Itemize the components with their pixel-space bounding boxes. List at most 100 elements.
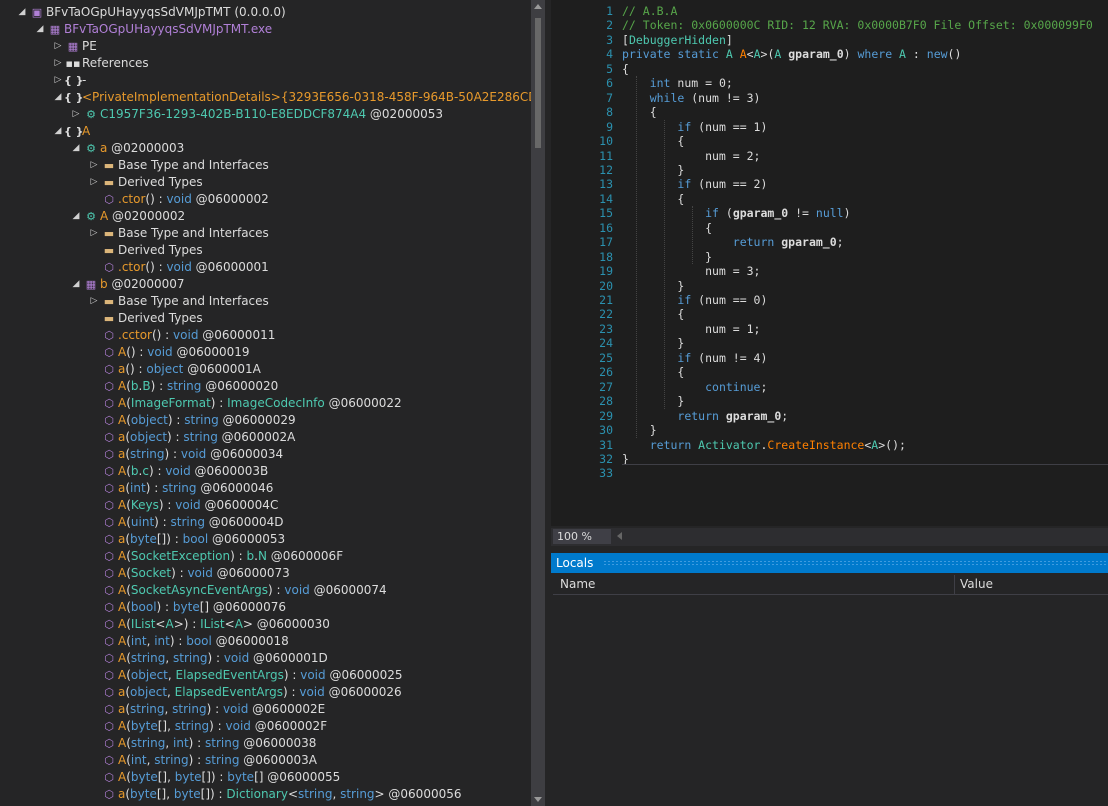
tree-node[interactable]: ▷ ▦ PE bbox=[52, 38, 97, 55]
collapsed-arrow-icon[interactable]: ▷ bbox=[52, 55, 64, 72]
code-line[interactable]: { bbox=[622, 134, 684, 148]
code-line[interactable]: if (num == 2) bbox=[622, 177, 767, 191]
collapsed-arrow-icon[interactable]: ▷ bbox=[88, 157, 100, 174]
code-line[interactable]: if (num == 1) bbox=[622, 120, 767, 134]
expanded-arrow-icon[interactable]: ◢ bbox=[16, 4, 28, 21]
code-line[interactable]: // A.B.A bbox=[622, 4, 677, 18]
tree-node[interactable]: ⬡ A() : void @06000019 bbox=[88, 344, 249, 361]
tree-node[interactable]: ⬡ a(object) : string @0600002A bbox=[88, 429, 295, 446]
collapsed-arrow-icon[interactable]: ▷ bbox=[88, 174, 100, 191]
column-divider[interactable] bbox=[954, 575, 955, 594]
expanded-arrow-icon[interactable]: ◢ bbox=[52, 123, 64, 140]
code-line[interactable]: { bbox=[622, 365, 684, 379]
tree-node[interactable]: ⬡ .cctor() : void @06000011 bbox=[88, 327, 275, 344]
tree-node[interactable]: ⬡ A(ImageFormat) : ImageCodecInfo @060000… bbox=[88, 395, 401, 412]
tree-node[interactable]: ▷ ▬ Base Type and Interfaces bbox=[88, 225, 269, 242]
tree-node[interactable]: ⬡ A(b.c) : void @0600003B bbox=[88, 463, 268, 480]
column-header-value[interactable]: Value bbox=[960, 575, 993, 594]
tree-node[interactable]: ⬡ A(object, ElapsedEventArgs) : void @060… bbox=[88, 667, 402, 684]
locals-tab[interactable]: Locals bbox=[551, 553, 1108, 573]
code-line[interactable]: } bbox=[622, 163, 684, 177]
code-line[interactable]: private static A A<A>(A gparam_0) where … bbox=[622, 47, 961, 61]
code-line[interactable]: num = 2; bbox=[622, 149, 760, 163]
tree-node[interactable]: ⬡ A(string, string) : void @0600001D bbox=[88, 650, 328, 667]
tree-scrollbar[interactable] bbox=[531, 0, 545, 806]
scroll-down-icon[interactable] bbox=[534, 797, 542, 802]
tree-node[interactable]: ⬡ A(string, int) : string @06000038 bbox=[88, 735, 316, 752]
drag-grip[interactable] bbox=[603, 560, 1108, 566]
column-header-name[interactable]: Name bbox=[560, 575, 595, 594]
tree-node[interactable]: ▷ ▬ Base Type and Interfaces bbox=[88, 157, 269, 174]
code-line[interactable]: } bbox=[622, 394, 684, 408]
tree-node[interactable]: ▷ ▬ Base Type and Interfaces bbox=[88, 293, 269, 310]
tree-node[interactable]: ▬ Derived Types bbox=[88, 242, 203, 259]
tree-node[interactable]: ▷ ▬ Derived Types bbox=[88, 174, 203, 191]
tree-node[interactable]: ⬡ A(SocketAsyncEventArgs) : void @0600007… bbox=[88, 582, 387, 599]
code-line[interactable]: { bbox=[622, 307, 684, 321]
expanded-arrow-icon[interactable]: ◢ bbox=[70, 208, 82, 225]
tree-node[interactable]: ⬡ A(int, int) : bool @06000018 bbox=[88, 633, 289, 650]
code-line[interactable]: num = 1; bbox=[622, 322, 760, 336]
expanded-arrow-icon[interactable]: ◢ bbox=[34, 21, 46, 38]
tree-node[interactable]: ⬡ A(object) : string @06000029 bbox=[88, 412, 295, 429]
tree-node[interactable]: ▷ ⚙ C1957F36-1293-402B-B110-E8EDDCF874A4 @… bbox=[70, 106, 443, 123]
tree-node[interactable]: ⬡ .ctor() : void @06000002 bbox=[88, 191, 269, 208]
code-line[interactable]: // Token: 0x0600000C RID: 12 RVA: 0x0000… bbox=[622, 18, 1093, 32]
code-line[interactable]: } bbox=[622, 336, 684, 350]
collapsed-arrow-icon[interactable]: ▷ bbox=[52, 38, 64, 55]
code-line[interactable]: if (num != 4) bbox=[622, 351, 767, 365]
collapsed-arrow-icon[interactable]: ▷ bbox=[70, 106, 82, 123]
tree-node[interactable]: ⬡ A(byte[], string) : void @0600002F bbox=[88, 718, 327, 735]
code-line[interactable]: while (num != 3) bbox=[622, 91, 761, 105]
tree-node[interactable]: ⬡ A(byte[], byte[]) : byte[] @06000055 bbox=[88, 769, 340, 786]
tree-node[interactable]: ⬡ a(byte[], byte[]) : Dictionary<string, … bbox=[88, 786, 461, 803]
tree-node[interactable]: ⬡ A(IList<A>) : IList<A> @06000030 bbox=[88, 616, 330, 633]
code-editor[interactable]: 1 2 3 4 5 6 7 8 9 10 11 12 13 14 15 16 17 18 19 20 21 22 23 24 2… bbox=[551, 0, 1108, 526]
tree-node[interactable]: ⬡ a(string) : void @06000034 bbox=[88, 446, 283, 463]
tree-node[interactable]: ◢ ▦ BFvTaOGpUHayyqsSdVMJpTMT.exe bbox=[34, 21, 273, 38]
code-line[interactable]: } bbox=[622, 279, 684, 293]
zoom-level-select[interactable]: 100 % bbox=[553, 529, 611, 544]
code-line[interactable]: num = 3; bbox=[622, 264, 760, 278]
tree-node[interactable]: ▷{ }- bbox=[52, 72, 87, 89]
code-line[interactable]: int num = 0; bbox=[622, 76, 733, 90]
tree-node[interactable]: ⬡ A(Socket) : void @06000073 bbox=[88, 565, 290, 582]
tree-node[interactable]: ⬡ A(SocketException) : b.N @0600006F bbox=[88, 548, 343, 565]
scroll-thumb[interactable] bbox=[535, 18, 541, 148]
code-line[interactable]: if (gparam_0 != null) bbox=[622, 206, 850, 220]
tree-node[interactable]: ⬡ a() : object @0600001A bbox=[88, 361, 261, 378]
tree-node[interactable]: ◢ ⚙ a @02000003 bbox=[70, 140, 185, 157]
code-line[interactable]: return gparam_0; bbox=[622, 235, 844, 249]
code-line[interactable]: return gparam_0; bbox=[622, 409, 788, 423]
scroll-left-icon[interactable] bbox=[617, 532, 622, 540]
code-line[interactable]: } bbox=[622, 423, 657, 437]
tree-node[interactable]: ⬡ A(uint) : string @0600004D bbox=[88, 514, 283, 531]
tree-node[interactable]: ⬡ a(object, ElapsedEventArgs) : void @060… bbox=[88, 684, 401, 701]
tree-node[interactable]: ⬡ A(b.B) : string @06000020 bbox=[88, 378, 278, 395]
code-line[interactable]: if (num == 0) bbox=[622, 293, 767, 307]
code-line[interactable]: return Activator.CreateInstance<A>(); bbox=[622, 438, 906, 452]
expanded-arrow-icon[interactable]: ◢ bbox=[70, 276, 82, 293]
tree-node[interactable]: ▷ ▪▪ References bbox=[52, 55, 149, 72]
collapsed-arrow-icon[interactable]: ▷ bbox=[88, 293, 100, 310]
tree-node[interactable]: ⬡ a(int) : string @06000046 bbox=[88, 480, 273, 497]
collapsed-arrow-icon[interactable]: ▷ bbox=[88, 225, 100, 242]
expanded-arrow-icon[interactable]: ◢ bbox=[70, 140, 82, 157]
code-line[interactable]: { bbox=[622, 192, 684, 206]
code-line[interactable]: { bbox=[622, 62, 629, 76]
tree-node[interactable]: ⬡ A(int, string) : string @0600003A bbox=[88, 752, 317, 769]
tree-node[interactable]: ⬡ A(bool) : byte[] @06000076 bbox=[88, 599, 286, 616]
tree-node[interactable]: ◢ ▦ b @02000007 bbox=[70, 276, 185, 293]
tree-node[interactable]: ⬡ .ctor() : void @06000001 bbox=[88, 259, 269, 276]
code-line[interactable]: [DebuggerHidden] bbox=[622, 33, 733, 47]
tree-node[interactable]: ◢ ▣ BFvTaOGpUHayyqsSdVMJpTMT (0.0.0.0) bbox=[16, 4, 286, 21]
scroll-up-icon[interactable] bbox=[534, 4, 542, 9]
collapsed-arrow-icon[interactable]: ▷ bbox=[52, 72, 64, 89]
tree-node[interactable]: ◢{ }A bbox=[52, 123, 91, 140]
tree-node[interactable]: ▬ Derived Types bbox=[88, 310, 203, 327]
tree-node[interactable]: ⬡ A(Keys) : void @0600004C bbox=[88, 497, 278, 514]
expanded-arrow-icon[interactable]: ◢ bbox=[52, 89, 64, 106]
tree-node[interactable]: ◢ ⚙ A @02000002 bbox=[70, 208, 186, 225]
tree-node[interactable]: ◢{ }<PrivateImplementationDetails>{3293E… bbox=[52, 89, 545, 106]
code-line[interactable]: { bbox=[622, 105, 657, 119]
